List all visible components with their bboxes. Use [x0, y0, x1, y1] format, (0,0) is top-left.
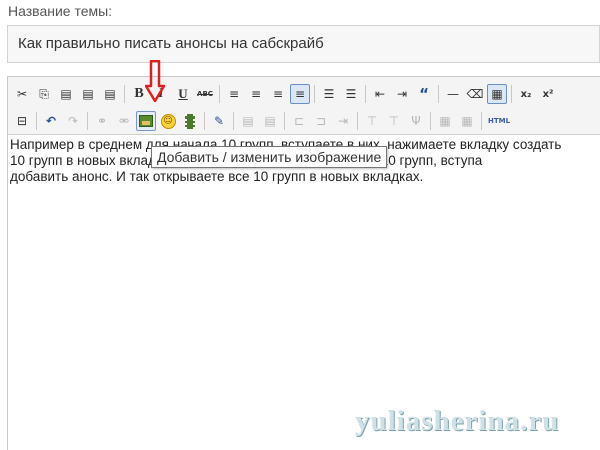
cell-props-icon[interactable]: ▤ [260, 111, 280, 131]
insert-row-icon[interactable]: ⊏ [289, 111, 309, 131]
col-after-icon[interactable]: ⊤ [384, 111, 404, 131]
edit-icon[interactable]: ✎ [209, 111, 229, 131]
image-icon[interactable] [136, 111, 156, 131]
html-source-button[interactable]: HTML [486, 111, 512, 131]
table-props-icon[interactable]: ▤ [238, 111, 258, 131]
paste-text-icon[interactable]: ▤ [78, 84, 98, 104]
media-icon[interactable] [180, 111, 200, 131]
align-center-icon[interactable]: ≡ [246, 84, 266, 104]
separator [233, 112, 234, 130]
separator [314, 85, 315, 103]
cut-icon[interactable]: ✂ [12, 84, 32, 104]
align-justify-icon[interactable]: ≡ [290, 84, 310, 104]
smiley-icon[interactable]: ☺ [158, 111, 178, 131]
separator [357, 112, 358, 130]
watermark: yuliasherina.ru [355, 405, 560, 437]
delete-row-icon[interactable]: ⊐ [311, 111, 331, 131]
rich-text-editor: ✂ ⎘ ▤ ▤ ▤ B I U ABC ≡ ≡ ≡ ≡ ☰ ☰ ⇤ ⇥ “ — … [7, 76, 600, 450]
topic-label: Название темы: [8, 3, 113, 19]
page-break-icon[interactable]: ⊟ [12, 111, 32, 131]
toolbar-row-1: ✂ ⎘ ▤ ▤ ▤ B I U ABC ≡ ≡ ≡ ≡ ☰ ☰ ⇤ ⇥ “ — … [12, 82, 560, 106]
align-right-icon[interactable]: ≡ [268, 84, 288, 104]
link-icon[interactable]: ⚭ [92, 111, 112, 131]
table-icon[interactable]: ▦ [487, 84, 507, 104]
separator [438, 85, 439, 103]
horizontal-rule-icon[interactable]: — [443, 84, 463, 104]
image-thumbnail-icon [139, 115, 153, 127]
film-strip-icon [185, 113, 195, 129]
separator [365, 85, 366, 103]
subscript-icon[interactable]: x₂ [516, 84, 536, 104]
topic-input[interactable]: Как правильно писать анонсы на сабскрайб [7, 25, 600, 63]
separator [36, 112, 37, 130]
bullet-list-icon[interactable]: ☰ [319, 84, 339, 104]
merge-cells-icon[interactable]: ▦ [435, 111, 455, 131]
align-left-icon[interactable]: ≡ [224, 84, 244, 104]
separator [481, 112, 482, 130]
smile-face-icon: ☺ [160, 113, 176, 129]
col-before-icon[interactable]: ⊤ [362, 111, 382, 131]
separator [284, 112, 285, 130]
red-arrow-annotation [145, 60, 165, 102]
strikethrough-button[interactable]: ABC [195, 84, 215, 104]
blockquote-icon[interactable]: “ [414, 84, 434, 104]
image-tooltip: Добавить / изменить изображение [151, 146, 388, 168]
underline-button[interactable]: U [173, 84, 193, 104]
insert-col-icon[interactable]: ⇥ [333, 111, 353, 131]
paste-icon[interactable]: ▤ [56, 84, 76, 104]
copy-icon[interactable]: ⎘ [34, 84, 54, 104]
content-line: добавить анонс. И так открываете все 10 … [10, 169, 424, 184]
indent-icon[interactable]: ⇥ [392, 84, 412, 104]
separator [511, 85, 512, 103]
separator [124, 85, 125, 103]
paste-word-icon[interactable]: ▤ [100, 84, 120, 104]
numbered-list-icon[interactable]: ☰ [341, 84, 361, 104]
superscript-icon[interactable]: x² [538, 84, 558, 104]
separator [219, 85, 220, 103]
undo-icon[interactable]: ↶ [41, 111, 61, 131]
eraser-icon[interactable]: ⌫ [465, 84, 485, 104]
separator [430, 112, 431, 130]
split-cells-icon[interactable]: ▦ [457, 111, 477, 131]
separator [204, 112, 205, 130]
outdent-icon[interactable]: ⇤ [370, 84, 390, 104]
delete-col-icon[interactable]: Ψ [406, 111, 426, 131]
editor-toolbar: ✂ ⎘ ▤ ▤ ▤ B I U ABC ≡ ≡ ≡ ≡ ☰ ☰ ⇤ ⇥ “ — … [8, 77, 600, 135]
toolbar-row-2: ⊟ ↶ ↷ ⚭ ⚮ ☺ ✎ ▤ ▤ ⊏ ⊐ ⇥ ⊤ ⊤ Ψ ▦ ▦ HTML [12, 109, 514, 133]
separator [87, 112, 88, 130]
redo-icon[interactable]: ↷ [63, 111, 83, 131]
unlink-icon[interactable]: ⚮ [114, 111, 134, 131]
